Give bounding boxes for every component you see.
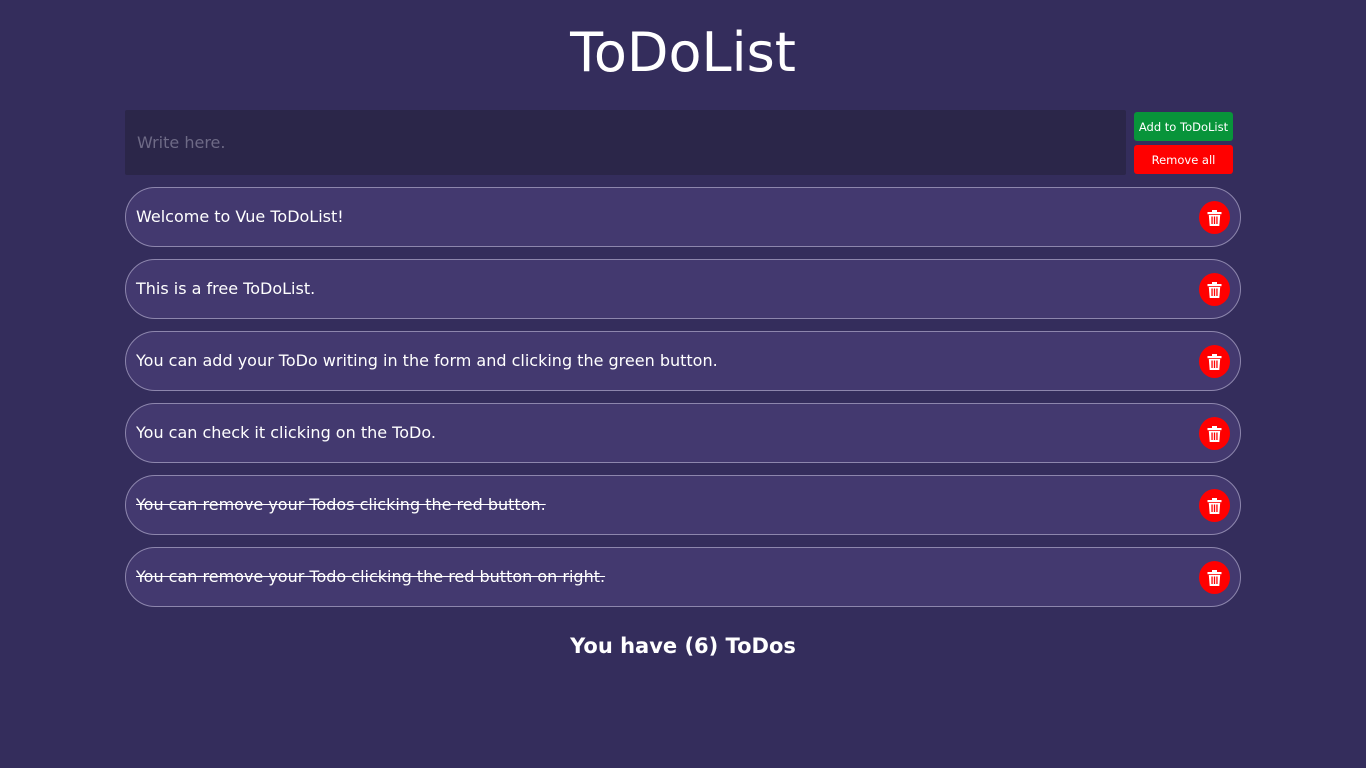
todo-item[interactable]: You can check it clicking on the ToDo. (125, 403, 1241, 463)
todo-text: You can add your ToDo writing in the for… (136, 351, 718, 370)
todo-text: You can check it clicking on the ToDo. (136, 423, 436, 442)
todo-item[interactable]: This is a free ToDoList. (125, 259, 1241, 319)
todo-form: Add to ToDoList Remove all (125, 110, 1235, 175)
delete-todo-button[interactable] (1199, 273, 1230, 306)
todo-text: Welcome to Vue ToDoList! (136, 207, 344, 226)
todo-text: You can remove your Todo clicking the re… (136, 567, 606, 586)
todo-item[interactable]: You can remove your Todo clicking the re… (125, 547, 1241, 607)
remove-all-button[interactable]: Remove all (1134, 145, 1233, 174)
delete-todo-button[interactable] (1199, 417, 1230, 450)
delete-todo-button[interactable] (1199, 561, 1230, 594)
delete-todo-button[interactable] (1199, 345, 1230, 378)
todo-text: This is a free ToDoList. (136, 279, 316, 298)
todo-item[interactable]: You can add your ToDo writing in the for… (125, 331, 1241, 391)
add-todo-button[interactable]: Add to ToDoList (1134, 112, 1233, 141)
delete-todo-button[interactable] (1199, 489, 1230, 522)
todo-item[interactable]: You can remove your Todos clicking the r… (125, 475, 1241, 535)
todo-text: You can remove your Todos clicking the r… (136, 495, 546, 514)
delete-todo-button[interactable] (1199, 201, 1230, 234)
todo-input[interactable] (125, 110, 1126, 175)
todo-count: You have (6) ToDos (570, 634, 796, 658)
todo-list: Welcome to Vue ToDoList! This is a free … (125, 187, 1241, 619)
todo-item[interactable]: Welcome to Vue ToDoList! (125, 187, 1241, 247)
page-title: ToDoList (570, 21, 796, 84)
